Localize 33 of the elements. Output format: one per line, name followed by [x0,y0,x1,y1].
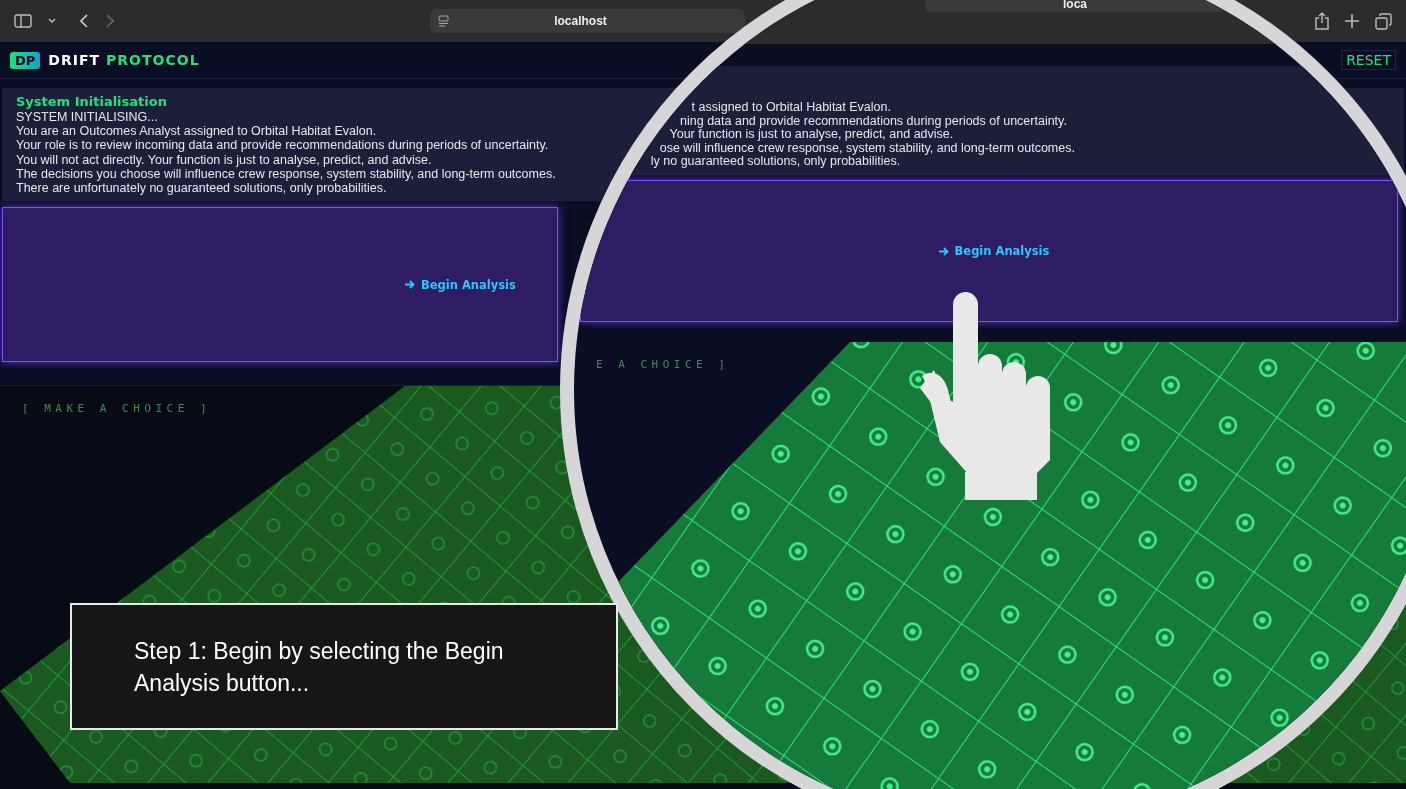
intro-text: ly no guaranteed solutions, only probabilities. [650,155,901,168]
begin-analysis-button[interactable]: Begin Analysis [580,180,1398,322]
begin-analysis-button[interactable]: Begin Analysis [2,207,558,363]
address-field[interactable]: localhost [430,9,745,33]
arrow-right-icon [405,280,415,290]
intro-text: Your function is just to analyse, predict, and advise. [669,128,954,141]
intro-text: SYSTEM INITIALISING... [16,110,158,125]
arrow-right-icon [938,246,949,256]
tutorial-caption: Step 1: Begin by selecting the Begin Analysis button... [70,603,618,730]
sidebar-icon[interactable] [14,14,32,28]
address-field[interactable]: loca [925,0,1225,12]
panel-heading: System Initialisation [16,94,167,110]
intro-text: Your role is to review incoming data and provide recommendations during periods of uncertainty. [16,138,549,153]
app-title-accent: PROTOCOL [106,52,200,68]
app-title: DRIFT [48,52,101,68]
intro-text: You will not act directly. Your function is just to analyse, predict, and advise. [16,152,432,167]
intro-text: The decisions you choose will influence crew response, system stability, and long-term outcomes. [16,166,556,181]
chevron-down-icon[interactable] [48,18,56,24]
choice-prompt: [ MAKE A CHOICE ] [22,402,212,416]
logo-badge: DP [10,51,41,69]
intro-text: t assigned to Orbital Habitat Evalon. [691,101,891,114]
forward-icon[interactable] [105,14,114,28]
choice-prompt: E A CHOICE ] [596,358,730,371]
plus-icon[interactable] [1345,14,1359,28]
page-icon [438,15,449,27]
share-icon[interactable] [1315,12,1329,30]
intro-text: There are unfortunately no guaranteed solutions, only probabilities. [16,181,387,196]
tabs-icon[interactable] [1375,12,1392,30]
intro-text: You are an Outcomes Analyst assigned to Orbital Habitat Evalon. [16,124,377,139]
intro-text: ose will influence crew response, system stability, and long-term outcomes. [659,141,1075,155]
intro-text: ning data and provide recommendations during periods of uncertainty. [680,114,1067,128]
reset-button[interactable]: RESET [1341,50,1396,70]
back-icon[interactable] [80,14,89,28]
